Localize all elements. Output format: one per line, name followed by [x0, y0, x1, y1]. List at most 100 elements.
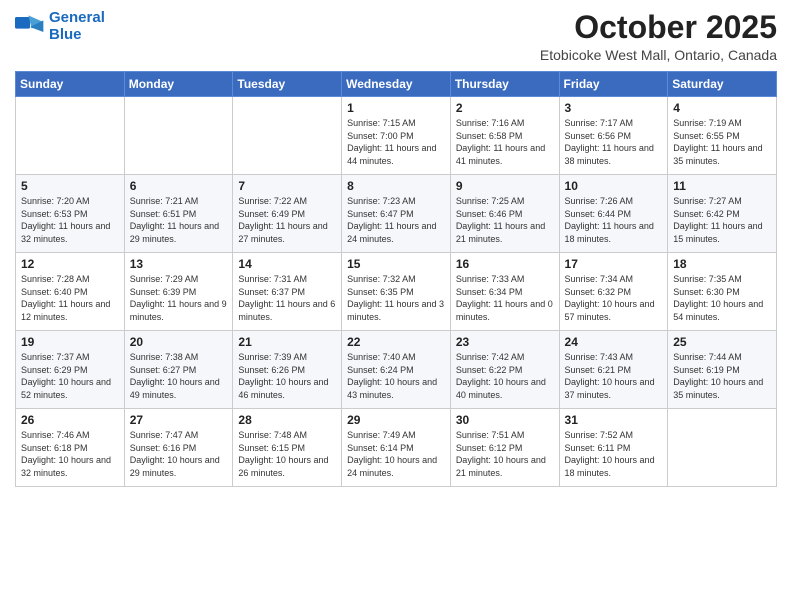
day-cell: 26 Sunrise: 7:46 AMSunset: 6:18 PMDayligh…	[16, 409, 125, 487]
day-info: Sunrise: 7:23 AMSunset: 6:47 PMDaylight:…	[347, 195, 445, 245]
week-row-4: 26 Sunrise: 7:46 AMSunset: 6:18 PMDayligh…	[16, 409, 777, 487]
day-info: Sunrise: 7:39 AMSunset: 6:26 PMDaylight:…	[238, 351, 336, 401]
day-number: 22	[347, 335, 445, 349]
day-number: 25	[673, 335, 771, 349]
weekday-thursday: Thursday	[450, 72, 559, 97]
header: General Blue October 2025 Etobicoke West…	[15, 10, 777, 63]
day-cell: 14 Sunrise: 7:31 AMSunset: 6:37 PMDayligh…	[233, 253, 342, 331]
day-cell: 30Sunrise: 7:51 AMSunset: 6:12 PMDayligh…	[450, 409, 559, 487]
day-number: 18	[673, 257, 771, 271]
day-cell: 31 Sunrise: 7:52 AMSunset: 6:11 PMDayligh…	[559, 409, 668, 487]
day-cell: 5 Sunrise: 7:20 AMSunset: 6:53 PMDaylight…	[16, 175, 125, 253]
day-cell: 18 Sunrise: 7:35 AMSunset: 6:30 PMDayligh…	[668, 253, 777, 331]
day-cell: 6Sunrise: 7:21 AMSunset: 6:51 PMDaylight…	[124, 175, 233, 253]
day-number: 28	[238, 413, 336, 427]
day-cell: 13 Sunrise: 7:29 AMSunset: 6:39 PMDayligh…	[124, 253, 233, 331]
day-cell: 24 Sunrise: 7:43 AMSunset: 6:21 PMDayligh…	[559, 331, 668, 409]
weekday-sunday: Sunday	[16, 72, 125, 97]
day-cell: 17 Sunrise: 7:34 AMSunset: 6:32 PMDayligh…	[559, 253, 668, 331]
day-number: 1	[347, 101, 445, 115]
day-info: Sunrise: 7:22 AMSunset: 6:49 PMDaylight:…	[238, 195, 336, 245]
day-cell: 8Sunrise: 7:23 AMSunset: 6:47 PMDaylight…	[342, 175, 451, 253]
day-info: Sunrise: 7:48 AMSunset: 6:15 PMDaylight:…	[238, 429, 336, 479]
day-number: 3	[565, 101, 663, 115]
day-info: Sunrise: 7:27 AMSunset: 6:42 PMDaylight:…	[673, 195, 771, 245]
day-number: 27	[130, 413, 228, 427]
day-info: Sunrise: 7:52 AMSunset: 6:11 PMDaylight:…	[565, 429, 663, 479]
day-number: 26	[21, 413, 119, 427]
page: General Blue October 2025 Etobicoke West…	[0, 0, 792, 612]
day-number: 5	[21, 179, 119, 193]
day-cell: 20 Sunrise: 7:38 AMSunset: 6:27 PMDayligh…	[124, 331, 233, 409]
day-info: Sunrise: 7:17 AMSunset: 6:56 PMDaylight:…	[565, 117, 663, 167]
logo-icon	[15, 13, 45, 41]
weekday-friday: Friday	[559, 72, 668, 97]
day-info: Sunrise: 7:33 AMSunset: 6:34 PMDaylight:…	[456, 273, 554, 323]
day-number: 23	[456, 335, 554, 349]
day-cell: 4 Sunrise: 7:19 AMSunset: 6:55 PMDaylight…	[668, 97, 777, 175]
day-number: 4	[673, 101, 771, 115]
day-info: Sunrise: 7:46 AMSunset: 6:18 PMDaylight:…	[21, 429, 119, 479]
day-info: Sunrise: 7:47 AMSunset: 6:16 PMDaylight:…	[130, 429, 228, 479]
logo-general: General	[49, 9, 105, 26]
day-number: 31	[565, 413, 663, 427]
logo: General Blue	[15, 10, 105, 43]
day-cell	[124, 97, 233, 175]
week-row-2: 12Sunrise: 7:28 AMSunset: 6:40 PMDayligh…	[16, 253, 777, 331]
day-number: 21	[238, 335, 336, 349]
day-number: 13	[130, 257, 228, 271]
weekday-saturday: Saturday	[668, 72, 777, 97]
month-title: October 2025	[540, 10, 777, 45]
weekday-monday: Monday	[124, 72, 233, 97]
week-row-0: 1 Sunrise: 7:15 AMSunset: 7:00 PMDaylight…	[16, 97, 777, 175]
week-row-3: 19 Sunrise: 7:37 AMSunset: 6:29 PMDayligh…	[16, 331, 777, 409]
day-info: Sunrise: 7:34 AMSunset: 6:32 PMDaylight:…	[565, 273, 663, 323]
day-number: 16	[456, 257, 554, 271]
day-cell: 27 Sunrise: 7:47 AMSunset: 6:16 PMDayligh…	[124, 409, 233, 487]
day-cell: 28 Sunrise: 7:48 AMSunset: 6:15 PMDayligh…	[233, 409, 342, 487]
day-info: Sunrise: 7:40 AMSunset: 6:24 PMDaylight:…	[347, 351, 445, 401]
day-info: Sunrise: 7:29 AMSunset: 6:39 PMDaylight:…	[130, 273, 228, 323]
day-cell: 22 Sunrise: 7:40 AMSunset: 6:24 PMDayligh…	[342, 331, 451, 409]
day-info: Sunrise: 7:25 AMSunset: 6:46 PMDaylight:…	[456, 195, 554, 245]
day-info: Sunrise: 7:31 AMSunset: 6:37 PMDaylight:…	[238, 273, 336, 323]
calendar: SundayMondayTuesdayWednesdayThursdayFrid…	[15, 71, 777, 487]
day-number: 17	[565, 257, 663, 271]
day-number: 29	[347, 413, 445, 427]
day-cell: 2Sunrise: 7:16 AMSunset: 6:58 PMDaylight…	[450, 97, 559, 175]
day-number: 24	[565, 335, 663, 349]
day-cell	[668, 409, 777, 487]
day-info: Sunrise: 7:37 AMSunset: 6:29 PMDaylight:…	[21, 351, 119, 401]
logo-text: General Blue	[49, 10, 105, 43]
weekday-header-row: SundayMondayTuesdayWednesdayThursdayFrid…	[16, 72, 777, 97]
day-number: 30	[456, 413, 554, 427]
day-cell: 16 Sunrise: 7:33 AMSunset: 6:34 PMDayligh…	[450, 253, 559, 331]
day-number: 11	[673, 179, 771, 193]
day-info: Sunrise: 7:35 AMSunset: 6:30 PMDaylight:…	[673, 273, 771, 323]
day-info: Sunrise: 7:43 AMSunset: 6:21 PMDaylight:…	[565, 351, 663, 401]
day-info: Sunrise: 7:19 AMSunset: 6:55 PMDaylight:…	[673, 117, 771, 167]
day-cell: 23Sunrise: 7:42 AMSunset: 6:22 PMDayligh…	[450, 331, 559, 409]
weekday-wednesday: Wednesday	[342, 72, 451, 97]
day-number: 19	[21, 335, 119, 349]
day-info: Sunrise: 7:21 AMSunset: 6:51 PMDaylight:…	[130, 195, 228, 245]
day-cell: 15Sunrise: 7:32 AMSunset: 6:35 PMDayligh…	[342, 253, 451, 331]
title-block: October 2025 Etobicoke West Mall, Ontari…	[540, 10, 777, 63]
day-cell: 3 Sunrise: 7:17 AMSunset: 6:56 PMDaylight…	[559, 97, 668, 175]
day-info: Sunrise: 7:20 AMSunset: 6:53 PMDaylight:…	[21, 195, 119, 245]
day-info: Sunrise: 7:16 AMSunset: 6:58 PMDaylight:…	[456, 117, 554, 167]
day-number: 20	[130, 335, 228, 349]
day-number: 10	[565, 179, 663, 193]
day-number: 14	[238, 257, 336, 271]
day-cell: 1 Sunrise: 7:15 AMSunset: 7:00 PMDaylight…	[342, 97, 451, 175]
location: Etobicoke West Mall, Ontario, Canada	[540, 47, 777, 63]
day-info: Sunrise: 7:15 AMSunset: 7:00 PMDaylight:…	[347, 117, 445, 167]
day-info: Sunrise: 7:32 AMSunset: 6:35 PMDaylight:…	[347, 273, 445, 323]
day-info: Sunrise: 7:38 AMSunset: 6:27 PMDaylight:…	[130, 351, 228, 401]
week-row-1: 5 Sunrise: 7:20 AMSunset: 6:53 PMDaylight…	[16, 175, 777, 253]
logo-blue: Blue	[49, 26, 82, 43]
day-cell: 10Sunrise: 7:26 AMSunset: 6:44 PMDayligh…	[559, 175, 668, 253]
day-cell: 19 Sunrise: 7:37 AMSunset: 6:29 PMDayligh…	[16, 331, 125, 409]
day-cell: 25Sunrise: 7:44 AMSunset: 6:19 PMDayligh…	[668, 331, 777, 409]
day-number: 12	[21, 257, 119, 271]
